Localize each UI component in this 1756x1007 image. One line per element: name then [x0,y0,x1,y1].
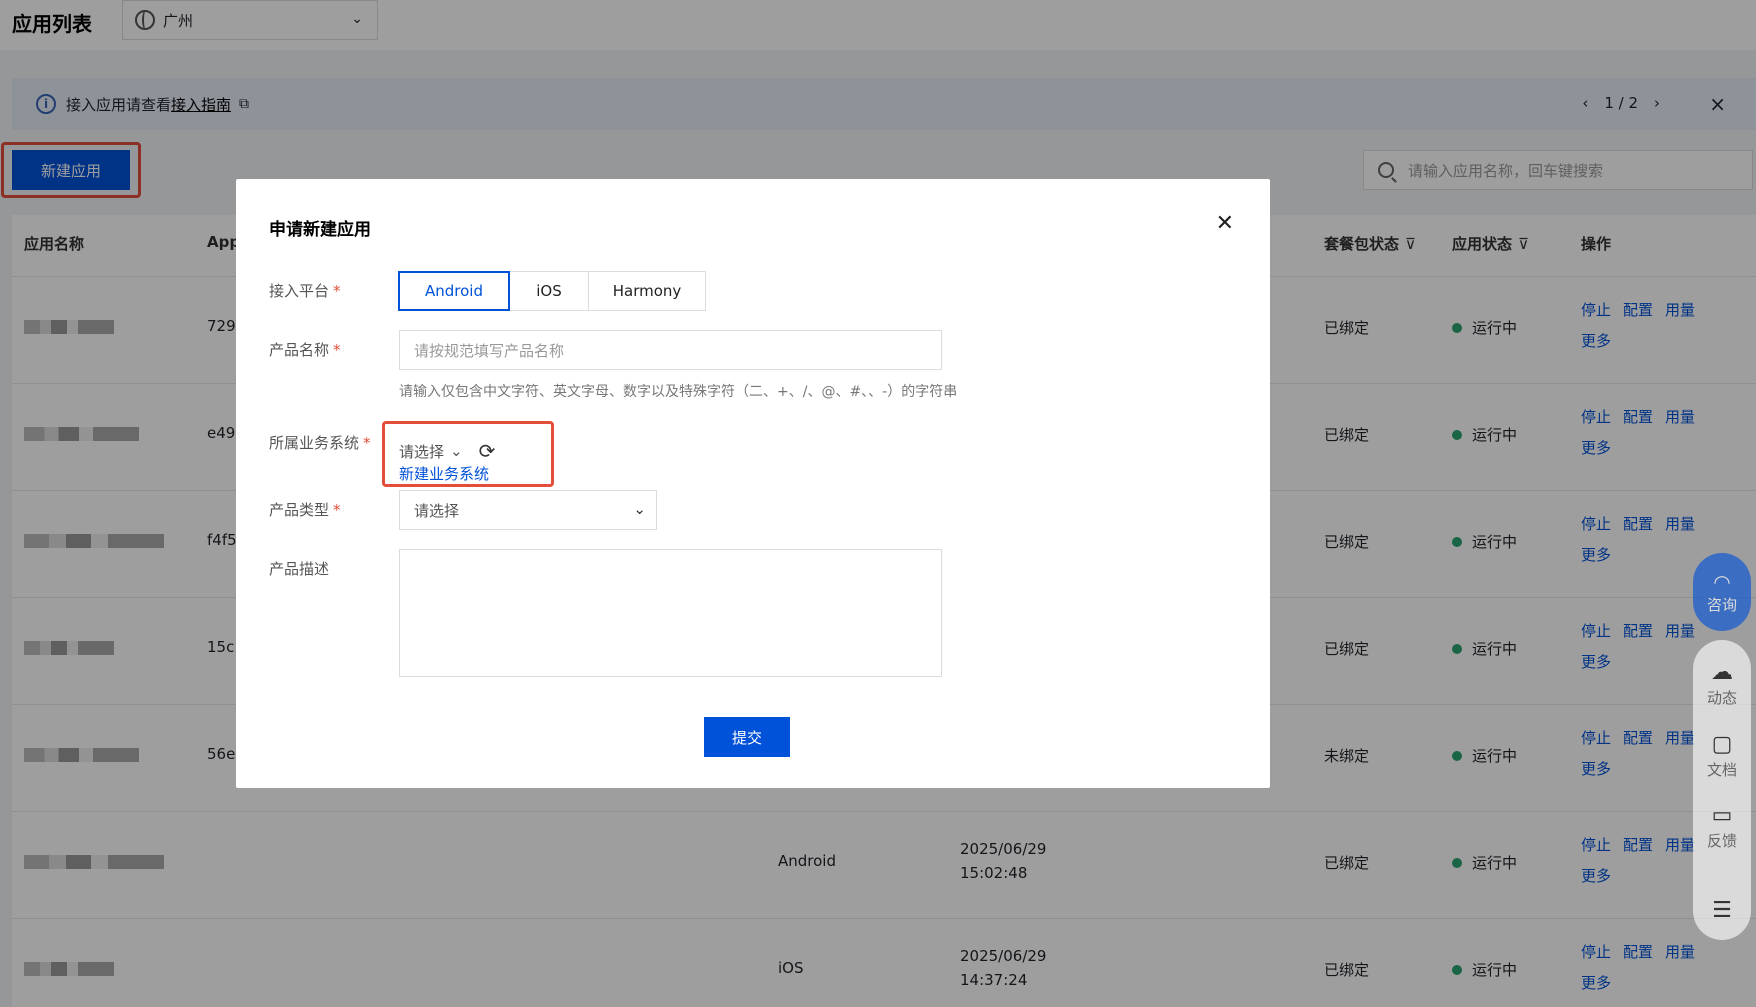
cloud-icon: ☁ [1711,660,1733,685]
name-label: 产品名称 * [269,339,341,360]
name-placeholder: 请按规范填写产品名称 [414,341,565,360]
platform-label: 接入平台 * [269,280,341,301]
highlight-box [382,421,554,487]
platform-label-text: 接入平台 [269,282,330,300]
type-label-text: 产品类型 [269,501,330,519]
book-icon: ▢ [1711,732,1733,757]
menu-item[interactable]: ☰ [1698,898,1746,925]
consult-label: 咨询 [1706,595,1737,614]
headset-icon: ◠ [1713,569,1731,594]
platform-ios[interactable]: iOS [509,271,589,311]
required-mark: * [333,341,341,359]
platform-android[interactable]: Android [398,271,510,311]
menu-icon: ☰ [1712,898,1732,923]
name-hint: 请输入仅包含中文字符、英文字母、数字以及特殊字符（二、+、/、@、#、、-）的字… [399,384,958,400]
biz-label: 所属业务系统 * [269,432,371,453]
required-mark: * [363,434,371,452]
type-label: 产品类型 * [269,499,341,520]
close-icon[interactable]: ✕ [1216,211,1234,236]
required-mark: * [333,282,341,300]
desc-label: 产品描述 [269,560,330,578]
chevron-down-icon: ⌄ [633,500,646,518]
required-mark: * [333,501,341,519]
biz-label-text: 所属业务系统 [269,434,360,452]
product-desc-textarea[interactable] [399,549,942,677]
message-icon: ▭ [1711,803,1733,828]
type-select-value: 请选择 [414,501,460,520]
product-type-select[interactable]: 请选择 ⌄ [399,490,657,530]
feedback-label: 反馈 [1706,832,1737,850]
consult-button[interactable]: ◠ 咨询 [1693,553,1751,631]
product-name-input[interactable]: 请按规范填写产品名称 [399,330,942,370]
docs-label: 文档 [1706,761,1737,779]
dialog-title: 申请新建应用 [269,220,371,240]
new-app-dialog: 申请新建应用 ✕ 接入平台 * Android iOS Harmony 产品名称 *… [236,179,1270,788]
docs-item[interactable]: ▢ 文档 [1698,732,1746,780]
platform-harmony[interactable]: Harmony [588,271,706,311]
platform-segmented: Android iOS Harmony [398,271,706,311]
activity-label: 动态 [1706,689,1737,707]
feedback-item[interactable]: ▭ 反馈 [1698,803,1746,851]
activity-item[interactable]: ☁ 动态 [1698,660,1746,708]
name-label-text: 产品名称 [269,341,330,359]
submit-button[interactable]: 提交 [704,717,790,757]
